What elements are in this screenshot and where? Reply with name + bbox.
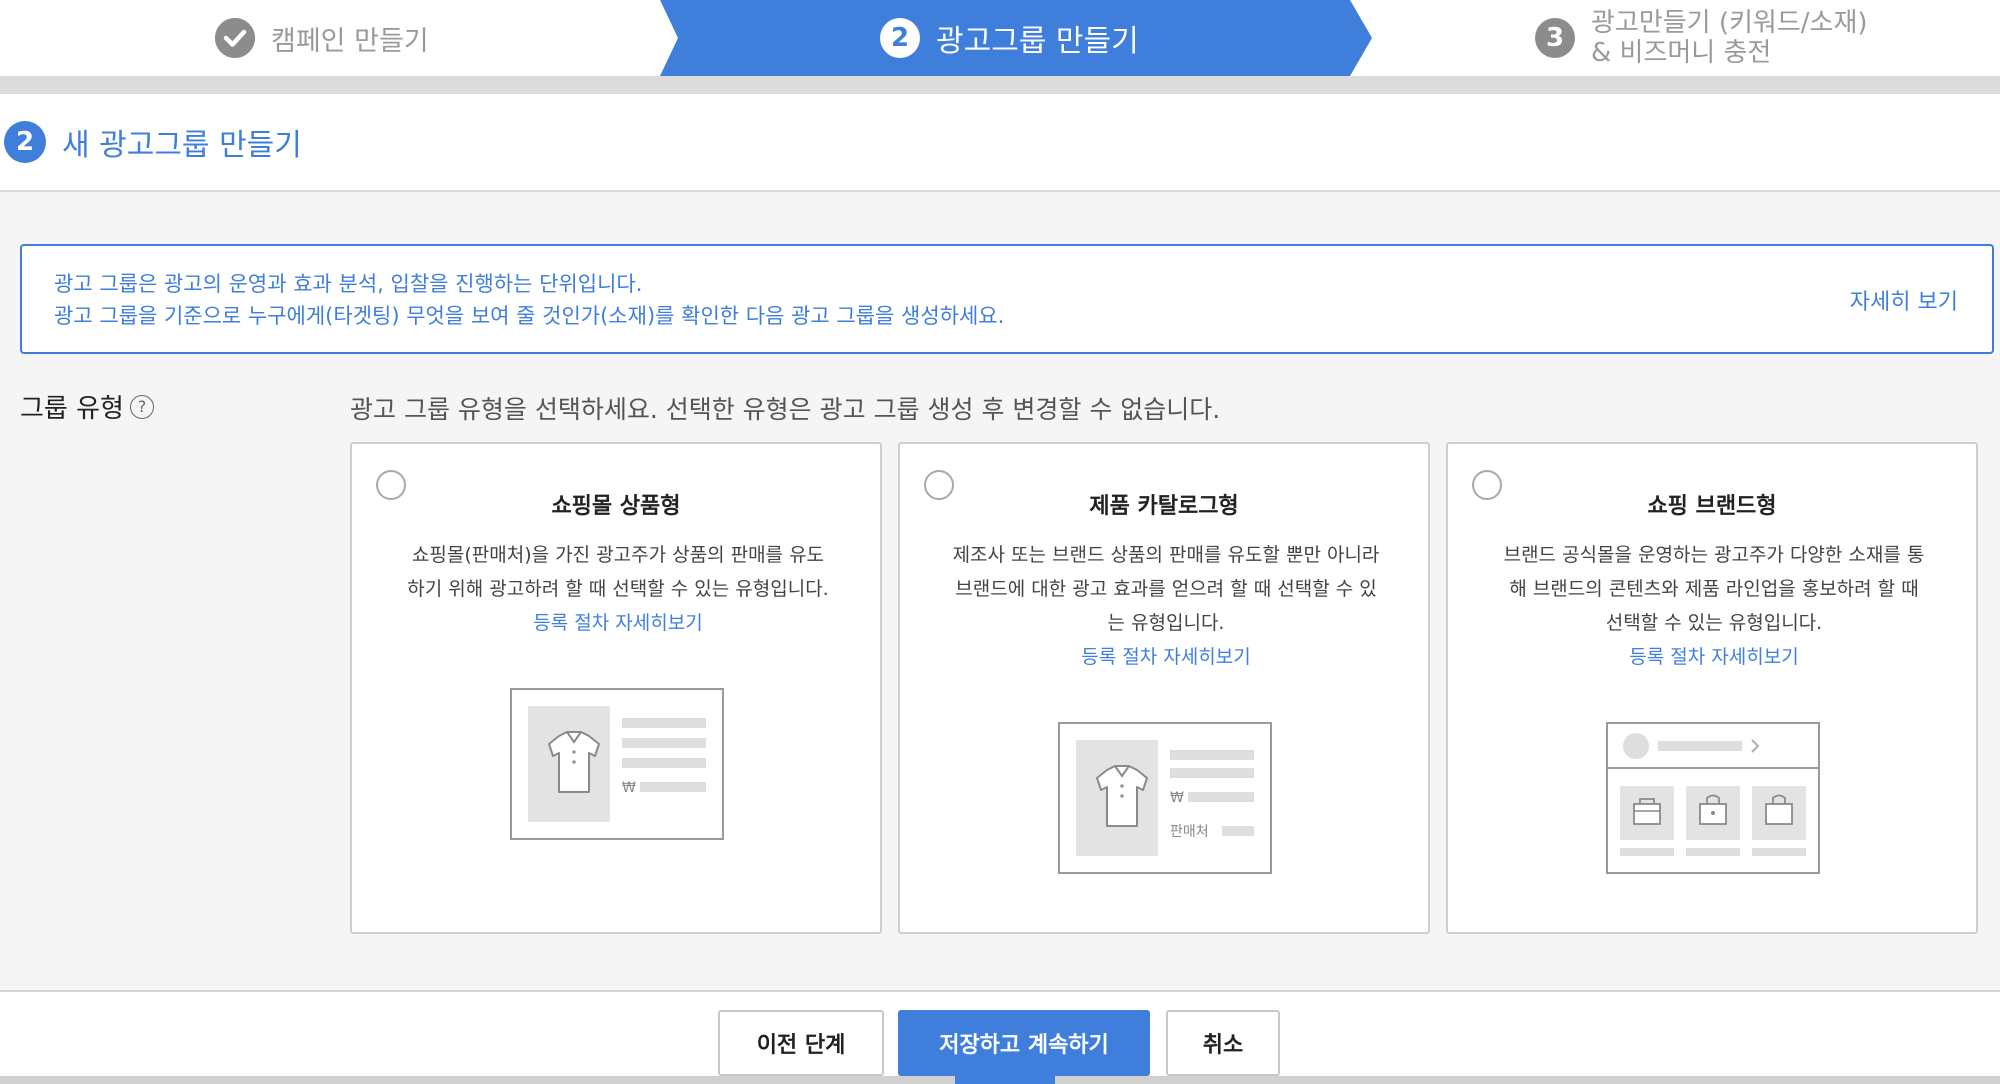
card-desc-line: 하기 위해 광고하려 할 때 선택할 수 있는 유형입니다. (407, 578, 829, 600)
step-label: 캠페인 만들기 (271, 25, 429, 57)
card-description: 브랜드 공식몰을 운영하는 광고주가 다양한 소재를 통 해 브랜드의 콘텐츠와… (1484, 538, 1944, 674)
step-label-line2: & 비즈머니 충전 (1591, 38, 1772, 68)
brand-store-illustration (1606, 722, 1820, 874)
card-description: 쇼핑몰(판매처)을 가진 광고주가 상품의 판매를 유도 하기 위해 광고하려 … (388, 538, 848, 640)
cancel-button[interactable]: 취소 (1166, 1010, 1280, 1076)
group-type-card-shopping-brand[interactable]: 쇼핑 브랜드형 브랜드 공식몰을 운영하는 광고주가 다양한 소재를 통 해 브… (1446, 442, 1978, 934)
step-number-badge: 2 (880, 18, 920, 58)
step-progress-bar: 캠페인 만들기 2 광고그룹 만들기 3 광고만들기 (키워드/소재) & 비즈… (0, 0, 2000, 76)
info-notice-box: 광고 그룹은 광고의 운영과 효과 분석, 입찰을 진행하는 단위입니다. 광고… (20, 244, 1994, 354)
group-type-text: 그룹 유형 (20, 394, 124, 424)
save-and-continue-button[interactable]: 저장하고 계속하기 (898, 1010, 1150, 1076)
section-heading: 2 새 광고그룹 만들기 (4, 120, 302, 164)
card-title: 쇼핑 브랜드형 (1647, 494, 1777, 519)
section-number-badge: 2 (4, 121, 46, 163)
card-description: 제조사 또는 브랜드 상품의 판매를 유도할 뿐만 아니라 브랜드에 대한 광고… (936, 538, 1396, 674)
step-label: 광고그룹 만들기 (936, 24, 1139, 59)
register-guide-link[interactable]: 등록 절차 자세히보기 (1484, 640, 1944, 674)
card-title: 쇼핑몰 상품형 (551, 494, 681, 519)
card-desc-line: 선택할 수 있는 유형입니다. (1605, 612, 1823, 634)
card-desc-line: 제조사 또는 브랜드 상품의 판매를 유도할 뿐만 아니라 (952, 544, 1380, 566)
step-bar-divider (0, 76, 2000, 94)
step-campaign: 캠페인 만들기 (215, 0, 429, 76)
divider (0, 990, 2000, 992)
step-number-badge: 3 (1535, 18, 1575, 58)
group-type-card-product-catalog[interactable]: 제품 카탈로그형 제조사 또는 브랜드 상품의 판매를 유도할 뿐만 아니라 브… (898, 442, 1430, 934)
help-icon[interactable]: ? (129, 394, 154, 419)
info-line-2: 광고 그룹을 기준으로 누구에게(타겟팅) 무엇을 보여 줄 것인가(소재)를 … (54, 304, 1005, 328)
product-listing-illustration: ₩ (510, 688, 724, 840)
group-type-description: 광고 그룹 유형을 선택하세요. 선택한 유형은 광고 그룹 생성 후 변경할 … (350, 395, 1221, 424)
more-info-link[interactable]: 자세히 보기 (1850, 284, 1958, 316)
step-label: 광고만들기 (키워드/소재) & 비즈머니 충전 (1591, 8, 1868, 68)
previous-step-button[interactable]: 이전 단계 (718, 1010, 884, 1076)
group-type-label: 그룹 유형 ? (20, 388, 154, 425)
step-label-line1: 광고만들기 (키워드/소재) (1591, 8, 1868, 38)
group-type-card-shopping-mall[interactable]: 쇼핑몰 상품형 쇼핑몰(판매처)을 가진 광고주가 상품의 판매를 유도 하기 … (350, 442, 882, 934)
card-desc-line: 브랜드에 대한 광고 효과를 얻으려 할 때 선택할 수 있 (955, 578, 1377, 600)
catalog-illustration: ₩ 판매처 (1058, 722, 1272, 874)
card-desc-line: 해 브랜드의 콘텐츠와 제품 라인업을 홍보하려 할 때 (1509, 578, 1919, 600)
price-symbol: ₩ (622, 780, 636, 796)
card-desc-line: 는 유형입니다. (1107, 612, 1225, 634)
page-title: 새 광고그룹 만들기 (62, 128, 302, 163)
step-ads: 3 광고만들기 (키워드/소재) & 비즈머니 충전 (1535, 0, 1868, 76)
bag-icon (1752, 786, 1806, 840)
divider (0, 190, 2000, 192)
card-desc-line: 브랜드 공식몰을 운영하는 광고주가 다양한 소재를 통 (1503, 544, 1925, 566)
bag-icon (1686, 786, 1740, 840)
seller-label: 판매처 (1170, 824, 1209, 840)
register-guide-link[interactable]: 등록 절차 자세히보기 (936, 640, 1396, 674)
step-adgroup: 2 광고그룹 만들기 (880, 0, 1139, 76)
price-symbol: ₩ (1170, 790, 1184, 806)
card-title: 제품 카탈로그형 (1089, 494, 1239, 519)
check-icon (215, 18, 255, 58)
bag-icon (1620, 786, 1674, 840)
info-line-1: 광고 그룹은 광고의 운영과 효과 분석, 입찰을 진행하는 단위입니다. (54, 272, 643, 296)
scrollbar-thumb[interactable] (955, 1076, 1055, 1084)
card-desc-line: 쇼핑몰(판매처)을 가진 광고주가 상품의 판매를 유도 (411, 544, 825, 566)
register-guide-link[interactable]: 등록 절차 자세히보기 (388, 606, 848, 640)
